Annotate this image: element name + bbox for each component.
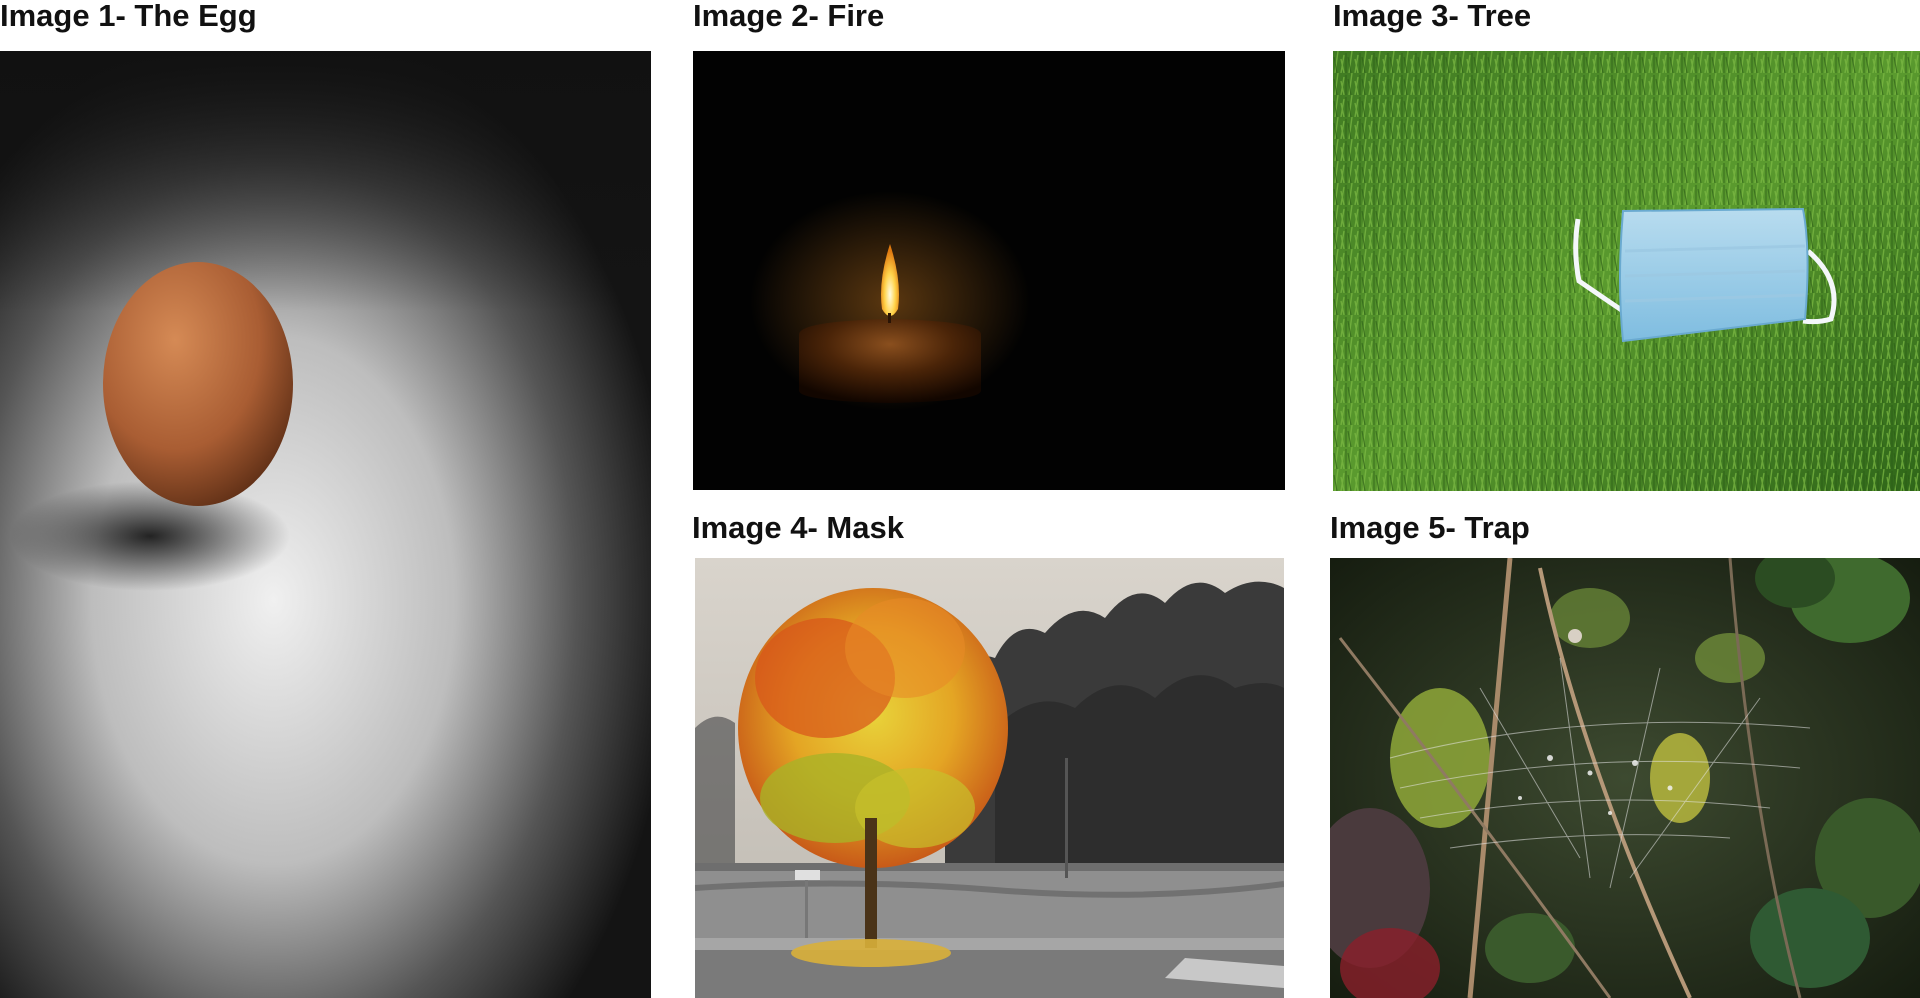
egg-photo bbox=[0, 51, 651, 998]
caption-image-3: Image 3- Tree bbox=[1333, 0, 1532, 33]
grass-mask-photo bbox=[1333, 51, 1920, 491]
candle-photo bbox=[693, 51, 1285, 490]
autumn-tree-photo bbox=[695, 558, 1284, 998]
caption-image-2: Image 2- Fire bbox=[693, 0, 885, 33]
caption-image-1: Image 1- The Egg bbox=[0, 0, 257, 33]
caption-image-4: Image 4- Mask bbox=[692, 510, 904, 545]
spiderweb-photo bbox=[1330, 558, 1920, 998]
caption-image-5: Image 5- Trap bbox=[1330, 510, 1530, 545]
